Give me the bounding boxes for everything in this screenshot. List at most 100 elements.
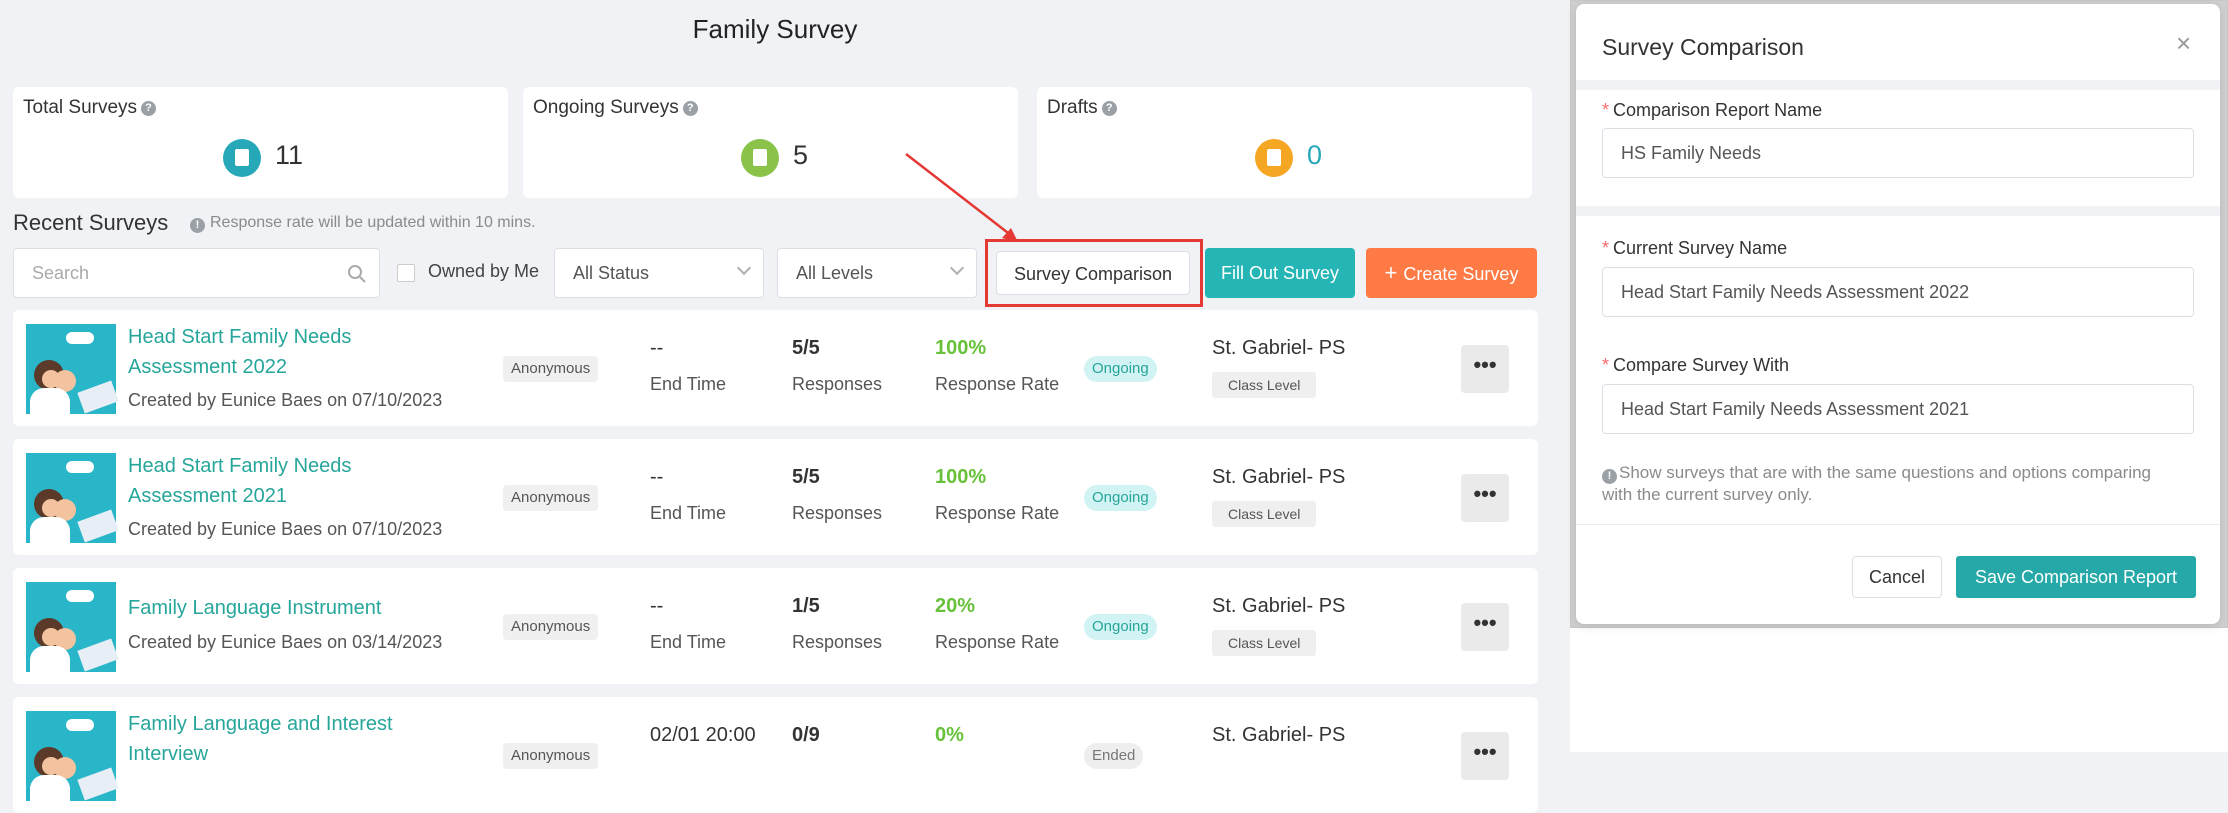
response-rate-label: Response Rate [935,374,1060,394]
status-badge: Ongoing [1084,614,1157,640]
survey-title-link[interactable]: Head Start Family Needs Assessment 2022 [128,322,408,382]
divider [1576,206,2220,216]
survey-creator: Created by Eunice Baes on 03/14/2023 [128,632,443,652]
help-icon[interactable]: ? [141,101,157,116]
comparison-hint: ! Show surveys that are with the same que… [1602,463,2152,504]
end-time-label: End Time [650,503,727,523]
help-icon[interactable]: ? [682,101,698,116]
divider [1576,80,2220,90]
report-name-input[interactable]: HS Family Needs [1602,128,2194,178]
annotation-arrow [905,153,1018,242]
survey-thumbnail [26,582,119,672]
compare-survey-label: * Compare Survey With [1602,355,1790,375]
anonymous-tag: Anonymous [503,485,599,511]
survey-thumbnail [26,453,119,543]
total-surveys-card: Total Surveys? 11 [13,87,508,198]
survey-dashboard: Family Survey Total Surveys? 11 Ongoing … [0,0,1570,813]
end-time-label: End Time [650,632,727,652]
close-icon[interactable]: × [2176,30,2191,56]
survey-comparison-dialog: Survey Comparison × * Comparison Report N… [1576,4,2220,624]
info-icon: ! [1602,469,1617,484]
chevron-down-icon [736,260,752,276]
survey-creator: Created by Eunice Baes on 07/10/2023 [128,519,443,539]
survey-row[interactable]: Head Start Family Needs Assessment 2021 … [13,439,1538,555]
footer-divider [1576,524,2220,525]
response-rate-value: 0% [935,724,964,746]
responses-label: Responses [792,503,883,523]
page-title: Family Survey [692,14,858,44]
survey-row[interactable]: Family Language and Interest Interview A… [13,697,1538,813]
current-survey-input[interactable]: Head Start Family Needs Assessment 2022 [1602,267,2194,317]
more-options-button[interactable]: ••• [1461,474,1509,522]
end-time-value: 02/01 20:00 [650,724,756,746]
chevron-down-icon [949,260,965,276]
school-name: St. Gabriel- PS [1212,337,1346,359]
response-rate-value: 100% [935,466,987,488]
level-tag: Class Level [1212,501,1317,527]
end-time-label: End Time [650,374,727,394]
survey-row[interactable]: Family Language Instrument Created by Eu… [13,568,1538,684]
responses-label: Responses [792,632,883,652]
more-options-button[interactable]: ••• [1461,732,1509,780]
drafts-count: 0 [1307,140,1323,170]
response-rate-label: Response Rate [935,503,1060,523]
ongoing-surveys-title: Ongoing Surveys? [533,97,698,119]
responses-value: 0/9 [792,724,820,746]
current-survey-label: * Current Survey Name [1602,238,1788,258]
survey-creator: Created by Eunice Baes on 07/10/2023 [128,390,443,410]
response-rate-value: 20% [935,595,976,617]
owned-by-me-label[interactable]: Owned by Me [428,261,539,282]
level-tag: Class Level [1212,630,1317,656]
help-icon[interactable]: ? [1101,101,1117,116]
school-name: St. Gabriel- PS [1212,595,1346,617]
compare-survey-select[interactable]: Head Start Family Needs Assessment 2021 [1602,384,2194,434]
responses-value: 1/5 [792,595,820,617]
fill-out-survey-button[interactable]: Fill Out Survey [1205,248,1355,298]
anonymous-tag: Anonymous [503,356,599,382]
level-tag: Class Level [1212,372,1317,398]
response-rate-label: Response Rate [935,632,1060,652]
survey-thumbnail [26,324,119,414]
recent-surveys-title: Recent Surveys [13,210,169,235]
drafts-title: Drafts? [1047,97,1117,119]
info-icon: ! [190,218,205,233]
search-icon [348,265,366,283]
school-name: St. Gabriel- PS [1212,466,1346,488]
status-badge: Ongoing [1084,485,1157,511]
survey-title-link[interactable]: Family Language Instrument [128,593,488,623]
survey-title-link[interactable]: Family Language and Interest Interview [128,709,408,769]
dialog-title: Survey Comparison [1602,34,1804,60]
response-rate-value: 100% [935,337,987,359]
survey-title-link[interactable]: Head Start Family Needs Assessment 2021 [128,451,408,511]
more-options-button[interactable]: ••• [1461,345,1509,393]
status-badge: Ongoing [1084,356,1157,382]
total-surveys-title: Total Surveys? [23,97,157,119]
status-badge: Ended [1084,743,1144,769]
survey-comparison-button[interactable]: Survey Comparison [996,251,1190,295]
end-time-value: -- [650,337,664,359]
ongoing-surveys-count: 5 [793,140,809,170]
document-icon [1255,139,1293,177]
report-name-label: * Comparison Report Name [1602,100,1823,120]
create-survey-button[interactable]: + Create Survey [1366,248,1537,298]
school-name: St. Gabriel- PS [1212,724,1346,746]
responses-label: Responses [792,374,883,394]
owned-by-me-checkbox[interactable] [397,264,415,282]
anonymous-tag: Anonymous [503,614,599,640]
search-input[interactable]: Search [13,248,380,298]
cancel-button[interactable]: Cancel [1852,556,1942,598]
anonymous-tag: Anonymous [503,743,599,769]
more-options-button[interactable]: ••• [1461,603,1509,651]
response-rate-note: ! Response rate will be updated within 10… [190,214,536,233]
calendar-icon [223,139,261,177]
levels-select[interactable]: All Levels [777,248,977,298]
plus-icon: + [1384,260,1398,285]
end-time-value: -- [650,595,664,617]
survey-row[interactable]: Head Start Family Needs Assessment 2022 … [13,310,1538,426]
responses-value: 5/5 [792,337,820,359]
total-surveys-count: 11 [275,140,304,170]
status-select[interactable]: All Status [554,248,764,298]
end-time-value: -- [650,466,664,488]
save-comparison-report-button[interactable]: Save Comparison Report [1956,556,2196,598]
drafts-card: Drafts? 0 [1037,87,1532,198]
